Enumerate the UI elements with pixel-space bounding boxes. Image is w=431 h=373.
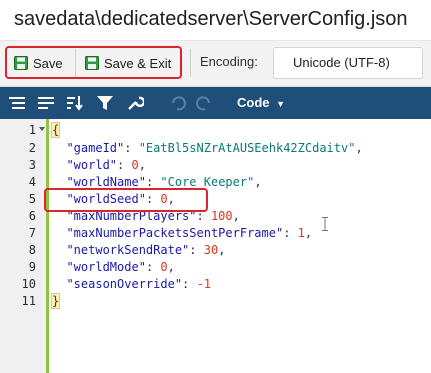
json-separator: : [124,141,139,155]
toolbar-divider [75,49,76,77]
json-comma: , [218,243,226,257]
code-line: "worldSeed": 0, [52,192,175,209]
json-value: "Core Keeper" [160,175,255,189]
code-line: "gameId": "EatBl5sNZrAtAUSEehk42ZCdaitv"… [52,141,363,158]
json-key: "maxNumberPlayers" [66,209,197,223]
encoding-label: Encoding: [200,54,258,69]
encoding-dropdown[interactable]: Unicode (UTF-8) [273,47,423,79]
code-line: "seasonOverride": -1 [52,277,211,294]
json-value: 0 [160,260,168,274]
json-value: -1 [196,277,211,291]
line-number: 5 [28,192,36,206]
line-number: 8 [28,243,36,257]
json-key: "worldName" [66,175,146,189]
line-number: 1 [28,123,36,137]
code-mode-label: Code [237,95,270,110]
json-comma: , [167,260,175,274]
json-value: 1 [297,226,305,240]
redo-icon[interactable] [196,95,214,111]
save-and-exit-button[interactable]: Save & Exit [85,52,171,74]
filter-icon[interactable] [96,95,114,111]
json-comma: , [138,158,146,172]
code-line: } [50,293,61,311]
line-number: 10 [21,277,36,291]
editor-toolbar: Code ▼ [0,87,431,119]
json-comma: , [254,175,262,189]
json-separator: : [117,158,132,172]
compact-icon[interactable] [37,95,55,111]
json-key: "worldSeed" [66,192,146,206]
line-number: 2 [28,141,36,155]
code-line: "maxNumberPlayers": 100, [52,209,240,226]
json-key: "worldMode" [66,260,146,274]
window-title: savedata\dedicatedserver\ServerConfig.js… [14,8,408,30]
json-key: "seasonOverride" [66,277,183,291]
code-editor[interactable]: 1 2 3 4 5 6 7 8 9 10 11 { "gameId": "Eat… [0,119,431,373]
json-value: "EatBl5sNZrAtAUSEehk42ZCdaitv" [138,141,356,155]
json-separator: : [145,192,161,206]
json-key: "gameId" [66,141,125,155]
json-comma: , [167,192,175,206]
save-button-label: Save [33,55,63,71]
chevron-down-icon: ▼ [276,99,286,109]
toolbar-divider [190,49,191,77]
json-key: "maxNumberPacketsSentPerFrame" [66,226,284,240]
code-line: "world": 0, [52,158,146,175]
code-line: "worldName": "Core Keeper", [52,175,262,192]
json-separator: : [145,175,161,189]
fold-strip [46,119,49,373]
json-value: 0 [131,158,139,172]
save-icon [85,56,99,70]
json-comma: , [232,209,240,223]
json-separator: : [196,209,211,223]
json-value: 0 [160,192,168,206]
line-number: 3 [28,158,36,172]
json-key: "world" [66,158,118,172]
code-line: "worldMode": 0, [52,260,175,277]
code-line: { [50,122,61,140]
code-mode-dropdown[interactable]: Code ▼ [237,95,285,110]
code-line: "maxNumberPacketsSentPerFrame": 1, [52,226,312,243]
title-bar: savedata\dedicatedserver\ServerConfig.js… [0,0,431,41]
fold-toggle-icon[interactable] [38,125,46,133]
code-line: "networkSendRate": 30, [52,243,225,260]
json-separator: : [145,260,161,274]
json-key: "networkSendRate" [66,243,190,257]
json-comma: , [304,226,313,240]
save-and-exit-label: Save & Exit [104,55,172,71]
sort-icon[interactable] [66,95,84,111]
close-brace: } [50,293,61,309]
json-value: 100 [210,209,233,223]
json-separator: : [283,226,298,240]
open-brace: { [50,122,61,138]
line-number: 7 [28,226,36,240]
line-number: 11 [21,294,36,308]
format-icon[interactable] [8,95,26,111]
main-toolbar: Save Save & Exit Encoding: Unicode (UTF-… [0,41,431,87]
save-icon [14,56,28,70]
json-separator: : [189,243,204,257]
line-number: 4 [28,175,36,189]
json-value: 30 [203,243,219,257]
wrench-icon[interactable] [126,95,144,111]
line-number: 6 [28,209,36,223]
json-separator: : [182,277,197,291]
json-comma: , [355,141,363,155]
undo-icon[interactable] [168,95,186,111]
line-number: 9 [28,260,36,274]
text-cursor-icon [322,217,328,231]
save-button[interactable]: Save [14,52,63,74]
